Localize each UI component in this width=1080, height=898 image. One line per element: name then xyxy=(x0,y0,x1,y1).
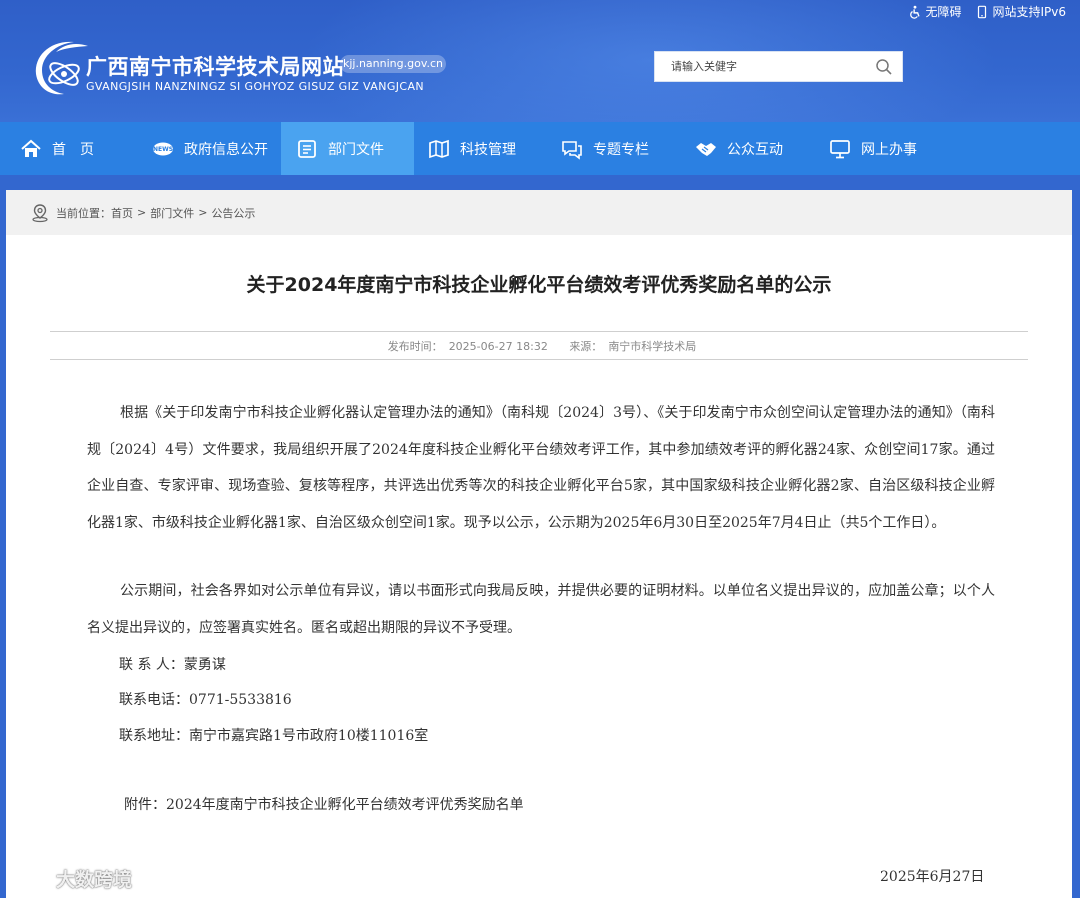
publish-label: 发布时间： xyxy=(387,340,443,353)
nav-label-topics: 专题专栏 xyxy=(593,141,649,158)
source-label: 来源： xyxy=(569,340,603,353)
breadcrumb-separator: > xyxy=(137,206,147,219)
nav-label-home: 首 页 xyxy=(52,141,94,158)
ipv6-link[interactable]: 网站支持IPv6 xyxy=(975,3,1066,20)
top-links: 无障碍 网站支持IPv6 xyxy=(908,3,1066,20)
watermark: 大数跨境 xyxy=(8,864,132,892)
watermark-text: 大数跨境 xyxy=(56,868,133,891)
breadcrumb-announcements[interactable]: 公告公示 xyxy=(211,205,255,221)
nav-item-dept-docs[interactable]: 部门文件 xyxy=(281,122,414,175)
nav-item-interaction[interactable]: 公众互动 xyxy=(695,122,795,175)
search-icon xyxy=(876,58,892,75)
site-title[interactable]: 广西南宁市科学技术局网站 xyxy=(86,51,344,81)
attachment-link[interactable]: 附件：2024年度南宁市科技企业孵化平台绩效考评优秀奖励名单 xyxy=(124,794,524,814)
accessibility-link[interactable]: 无障碍 xyxy=(908,3,961,20)
home-icon xyxy=(21,139,41,157)
ipv6-label: 网站支持IPv6 xyxy=(992,5,1066,19)
svg-text:NEWS: NEWS xyxy=(153,146,173,153)
chat-icon xyxy=(562,140,582,160)
phone-icon xyxy=(978,5,987,18)
nav-label-dept-docs: 部门文件 xyxy=(328,141,384,158)
accessibility-icon xyxy=(910,5,921,19)
contact-phone: 联系电话：0771-5533816 xyxy=(119,692,292,708)
main-nav: 首 页 NEWS 政府信息公开 部门文件 科技管理 专题专栏 公众互动 网上办事 xyxy=(0,122,1080,175)
nav-label-interaction: 公众互动 xyxy=(727,141,783,158)
breadcrumb-prefix: 当前位置： xyxy=(56,206,111,220)
breadcrumb: 当前位置： 首页 > 部门文件 > 公告公示 xyxy=(6,190,1072,235)
location-icon xyxy=(32,203,48,222)
nav-item-sci-mgmt[interactable]: 科技管理 xyxy=(428,122,528,175)
contact-address: 联系地址：南宁市嘉宾路1号市政府10楼11016室 xyxy=(119,728,429,744)
site-header: 无障碍 网站支持IPv6 广西南宁市科学技术局网站 kjj.nanning.go… xyxy=(0,0,1080,122)
accessibility-label: 无障碍 xyxy=(925,5,962,19)
handshake-icon xyxy=(696,142,716,156)
nav-item-gov-info[interactable]: NEWS 政府信息公开 xyxy=(152,122,277,175)
article-date: 2025年6月27日 xyxy=(880,869,985,885)
search-button[interactable] xyxy=(866,52,902,81)
news-icon: NEWS xyxy=(153,142,173,155)
nav-label-gov-info: 政府信息公开 xyxy=(184,141,268,158)
search-box xyxy=(654,51,903,82)
breadcrumb-home[interactable]: 首页 xyxy=(111,205,133,221)
source-value: 南宁市科学技术局 xyxy=(608,340,697,353)
nav-item-topics[interactable]: 专题专栏 xyxy=(561,122,661,175)
watermark-logo-icon xyxy=(10,866,45,892)
site-subtitle: GVANGJSIH NANZNINGZ SI GOHYOZ GISUZ GIZ … xyxy=(86,80,425,93)
article-paragraph: 根据《关于印发南宁市科技企业孵化器认定管理办法的通知》（南科规〔2024〕3号）… xyxy=(87,405,995,531)
nav-label-sci-mgmt: 科技管理 xyxy=(460,141,516,158)
article-meta: 发布时间： 2025-06-27 18:32 来源： 南宁市科学技术局 xyxy=(50,338,1028,354)
nav-item-online-service[interactable]: 网上办事 xyxy=(829,122,929,175)
domain-badge: kjj.nanning.gov.cn xyxy=(340,55,446,73)
breadcrumb-separator: > xyxy=(198,206,208,219)
monitor-icon xyxy=(830,139,850,158)
document-icon xyxy=(298,139,316,158)
nav-item-home[interactable]: 首 页 xyxy=(20,122,120,175)
nav-label-online-service: 网上办事 xyxy=(861,141,917,158)
search-input[interactable] xyxy=(655,52,866,81)
meta-divider-bottom xyxy=(50,359,1028,360)
logo-icon[interactable] xyxy=(30,36,90,100)
publish-time: 2025-06-27 18:32 xyxy=(448,340,548,353)
meta-divider-top xyxy=(50,331,1028,332)
article-title: 关于2024年度南宁市科技企业孵化平台绩效考评优秀奖励名单的公示 xyxy=(246,274,832,296)
map-icon xyxy=(429,139,449,158)
article-paragraph: 公示期间，社会各界如对公示单位有异议，请以书面形式向我局反映，并提供必要的证明材… xyxy=(87,583,995,636)
breadcrumb-dept-docs[interactable]: 部门文件 xyxy=(150,205,194,221)
contact-person: 联 系 人：蒙勇谋 xyxy=(119,657,226,673)
